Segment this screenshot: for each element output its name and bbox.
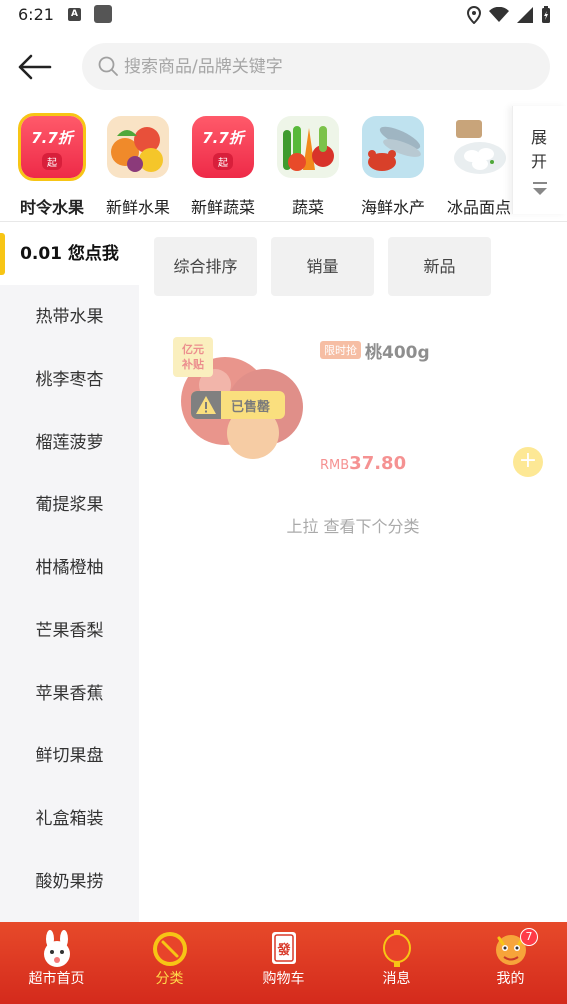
category-vegetables[interactable]: 蔬菜 bbox=[266, 112, 350, 217]
sidebar-item-6[interactable]: 芒果香梨 bbox=[0, 600, 139, 662]
discount-value: 7.7 bbox=[31, 128, 58, 147]
notification-a-icon: A bbox=[68, 8, 81, 21]
sold-out-badge: 已售罄 bbox=[191, 391, 285, 419]
add-to-cart-button[interactable]: + bbox=[513, 447, 543, 477]
search-bar[interactable] bbox=[82, 43, 550, 90]
tab-label: 超市首页 bbox=[28, 971, 85, 987]
discount-value: 7.7 bbox=[202, 128, 229, 147]
product-image: 亿元 补贴 已售罄 bbox=[167, 333, 309, 463]
sidebar-item-5[interactable]: 柑橘橙柚 bbox=[0, 537, 139, 599]
svg-text:补贴: 补贴 bbox=[181, 357, 204, 371]
fruit-image bbox=[107, 116, 169, 178]
sidebar-item-2[interactable]: 桃李枣杏 bbox=[0, 349, 139, 411]
rabbit-home-icon bbox=[43, 930, 70, 967]
category-fresh-fruit[interactable]: 新鲜水果 bbox=[96, 112, 180, 217]
search-icon bbox=[98, 56, 118, 76]
bottom-tab-bar: 超市首页 分类 發 购物车 消息 7 我的 bbox=[0, 922, 567, 1004]
sold-out-text: 已售罄 bbox=[231, 400, 271, 415]
expand-categories-button[interactable]: 展开 bbox=[512, 106, 567, 214]
svg-text:亿元: 亿元 bbox=[182, 342, 204, 356]
signal-icon bbox=[517, 7, 533, 23]
discount-sub: 起 bbox=[213, 152, 233, 170]
location-icon bbox=[467, 6, 481, 24]
category-fresh-vegetables[interactable]: 7.7折 起 新鲜蔬菜 bbox=[181, 112, 265, 217]
sidebar-item-1[interactable]: 热带水果 bbox=[0, 286, 139, 348]
svg-text:發: 發 bbox=[276, 942, 290, 958]
category-label: 新鲜蔬菜 bbox=[190, 198, 255, 217]
vegetable-image bbox=[277, 116, 339, 178]
category-label: 蔬菜 bbox=[291, 198, 324, 217]
status-bar: 6:21 A bbox=[0, 0, 567, 30]
category-label: 海鲜水产 bbox=[360, 198, 425, 217]
category-strip: 7.7折 起 时令水果 新鲜水果 7.7折 起 新鲜蔬菜 蔬菜 海鲜水产 冰品面… bbox=[0, 106, 567, 222]
sort-sales-button[interactable]: 销量 bbox=[271, 237, 374, 296]
tab-label: 消息 bbox=[382, 971, 411, 987]
status-time: 6:21 bbox=[18, 5, 54, 24]
category-image: 7.7折 起 bbox=[192, 116, 254, 178]
sidebar-item-7[interactable]: 苹果香蕉 bbox=[0, 663, 139, 725]
lantern-category-icon bbox=[152, 932, 187, 966]
dumpling-image bbox=[448, 116, 510, 178]
sidebar-item-9[interactable]: 礼盒箱装 bbox=[0, 788, 139, 850]
tab-profile[interactable]: 7 我的 bbox=[454, 922, 567, 1004]
chevron-down-icon bbox=[533, 188, 547, 195]
wifi-icon bbox=[489, 7, 509, 22]
product-price: RMB37.80 bbox=[320, 453, 406, 474]
discount-unit: 折 bbox=[228, 128, 244, 147]
subcategory-sidebar: 0.01 您点我 热带水果 桃李枣杏 榴莲菠萝 葡提浆果 柑橘橙柚 芒果香梨 苹… bbox=[0, 223, 139, 922]
sidebar-item-0[interactable]: 0.01 您点我 bbox=[0, 223, 139, 285]
discount-unit: 折 bbox=[57, 128, 73, 147]
tab-messages[interactable]: 消息 bbox=[340, 922, 453, 1004]
category-seasonal-fruit[interactable]: 7.7折 起 时令水果 bbox=[10, 112, 94, 217]
flash-sale-tag: 限时抢 bbox=[320, 341, 361, 359]
price-value: 37.80 bbox=[349, 453, 407, 474]
price-currency: RMB bbox=[320, 458, 350, 473]
product-list: 综合排序 销量 新品 亿元 补贴 已售罄 限时抢 桃400g RMB37.80 … bbox=[139, 223, 567, 922]
category-image: 7.7折 起 bbox=[18, 113, 86, 181]
header bbox=[0, 30, 567, 104]
sort-comprehensive-button[interactable]: 综合排序 bbox=[154, 237, 257, 296]
tab-label: 我的 bbox=[496, 971, 525, 987]
category-frozen-dumplings[interactable]: 冰品面点 bbox=[437, 112, 521, 217]
search-input[interactable] bbox=[124, 43, 524, 90]
tab-label: 分类 bbox=[155, 971, 184, 987]
expand-label: 展开 bbox=[531, 128, 548, 171]
sidebar-item-10[interactable]: 酸奶果捞 bbox=[0, 851, 139, 913]
tab-home[interactable]: 超市首页 bbox=[0, 922, 113, 1004]
discount-sub: 起 bbox=[42, 152, 62, 170]
back-arrow-icon[interactable] bbox=[16, 52, 52, 82]
product-card[interactable]: 亿元 补贴 已售罄 限时抢 桃400g RMB37.80 bbox=[167, 333, 557, 474]
warning-icon bbox=[196, 396, 216, 414]
sidebar-item-4[interactable]: 葡提浆果 bbox=[0, 474, 139, 536]
seafood-image bbox=[362, 116, 424, 178]
sidebar-item-3[interactable]: 榴莲菠萝 bbox=[0, 412, 139, 474]
category-seafood[interactable]: 海鲜水产 bbox=[351, 112, 435, 217]
mahjong-cart-icon: 發 bbox=[271, 932, 296, 964]
category-label: 冰品面点 bbox=[446, 198, 511, 217]
product-name: 桃400g bbox=[365, 343, 430, 363]
sort-new-button[interactable]: 新品 bbox=[388, 237, 491, 296]
notification-square-icon bbox=[94, 5, 112, 23]
expand-bar-icon bbox=[533, 182, 547, 184]
lantern-message-icon bbox=[382, 930, 411, 967]
category-label: 时令水果 bbox=[19, 198, 84, 217]
profile-badge: 7 bbox=[520, 928, 538, 946]
battery-icon bbox=[542, 6, 550, 23]
tab-label: 购物车 bbox=[262, 971, 305, 987]
sidebar-item-8[interactable]: 鲜切果盘 bbox=[0, 725, 139, 787]
category-label: 新鲜水果 bbox=[105, 198, 170, 217]
tab-cart[interactable]: 發 购物车 bbox=[227, 922, 340, 1004]
pull-up-hint: 上拉 查看下个分类 bbox=[286, 517, 420, 536]
tab-category[interactable]: 分类 bbox=[113, 922, 226, 1004]
